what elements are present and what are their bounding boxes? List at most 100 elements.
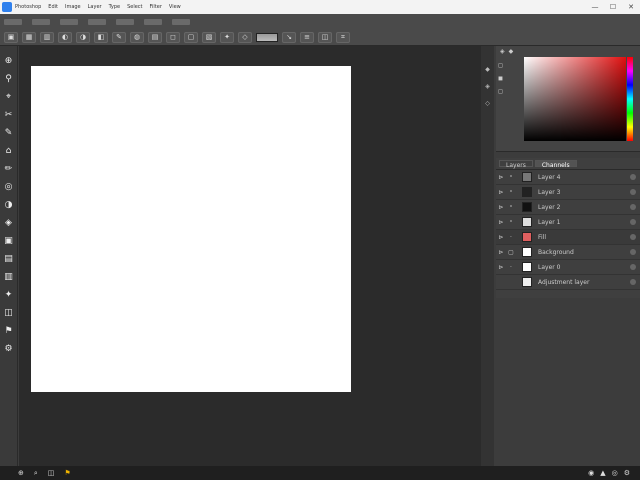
menu-item[interactable]: Select	[127, 4, 142, 10]
option-button[interactable]: ▦	[22, 31, 36, 43]
visibility-toggle-icon[interactable]: ⊳	[496, 189, 506, 196]
tab-layers[interactable]: Layers	[499, 160, 533, 169]
option-button[interactable]: ◐	[58, 31, 72, 43]
layer-thumbnail[interactable]	[522, 262, 532, 272]
option-slot[interactable]	[4, 19, 22, 25]
visibility-toggle-icon[interactable]: ⊳	[496, 249, 506, 256]
option-button[interactable]: ↘	[282, 31, 296, 43]
menu-item[interactable]: Filter	[150, 4, 162, 10]
option-button[interactable]: ✎	[112, 31, 126, 43]
crop-tool-icon[interactable]: ✂	[2, 108, 15, 121]
color-tab-icon[interactable]: ◈	[500, 48, 505, 55]
layer-row[interactable]: ⊳ ˣ Layer 3	[496, 185, 640, 200]
link-icon[interactable]: ·	[506, 234, 516, 241]
gradient-swatch[interactable]	[256, 32, 278, 42]
option-slot[interactable]	[144, 19, 162, 25]
color-picker-field[interactable]	[524, 57, 626, 141]
layer-name[interactable]: Layer 1	[538, 219, 630, 226]
tray-icon[interactable]: ⚙	[624, 469, 630, 477]
type-tool-icon[interactable]: ✦	[2, 288, 15, 301]
hue-slider[interactable]	[627, 57, 633, 141]
option-button[interactable]: ▣	[4, 31, 18, 43]
layer-name[interactable]: Layer 3	[538, 189, 630, 196]
minimize-button[interactable]: —	[586, 3, 604, 11]
link-icon[interactable]: ˣ	[506, 189, 516, 196]
option-slot[interactable]	[172, 19, 190, 25]
option-slot[interactable]	[116, 19, 134, 25]
foreground-swatch-icon[interactable]: ◻	[498, 62, 503, 69]
layer-row[interactable]: Adjustment layer	[496, 275, 640, 290]
option-button[interactable]: ▢	[184, 31, 198, 43]
pen-tool-icon[interactable]: ▥	[2, 270, 15, 283]
stamp-tool-icon[interactable]: ◎	[2, 180, 15, 193]
close-button[interactable]: ✕	[622, 3, 640, 11]
shape-tool-icon[interactable]: ◫	[2, 306, 15, 319]
menu-item[interactable]: View	[169, 4, 181, 10]
lasso-tool-icon[interactable]: ⚲	[2, 72, 15, 85]
layer-options-icon[interactable]	[630, 189, 636, 195]
option-slot[interactable]	[88, 19, 106, 25]
menu-item[interactable]: Layer	[88, 4, 102, 10]
layer-name[interactable]: Fill	[538, 234, 630, 241]
history-brush-tool-icon[interactable]: ◑	[2, 198, 15, 211]
menu-item[interactable]: Type	[109, 4, 120, 10]
panel-toggle-icon[interactable]: ◆	[485, 66, 490, 73]
option-slot[interactable]	[60, 19, 78, 25]
layer-name[interactable]: Layer 0	[538, 264, 630, 271]
layer-options-icon[interactable]	[630, 279, 636, 285]
tray-icon[interactable]: ◉	[588, 469, 594, 477]
healing-tool-icon[interactable]: ⌂	[2, 144, 15, 157]
move-tool-icon[interactable]: ⊕	[2, 54, 15, 67]
layer-options-icon[interactable]	[630, 249, 636, 255]
layer-row[interactable]: ⊳ · Fill	[496, 230, 640, 245]
gradient-tool-icon[interactable]: ▣	[2, 234, 15, 247]
document-canvas[interactable]	[31, 66, 351, 392]
status-icon[interactable]: ⊕	[18, 469, 24, 477]
option-button[interactable]: ◻	[166, 31, 180, 43]
link-icon[interactable]: ▢	[506, 249, 516, 256]
layer-thumbnail[interactable]	[522, 277, 532, 287]
eyedropper-tool-icon[interactable]: ✎	[2, 126, 15, 139]
option-button[interactable]: ▧	[202, 31, 216, 43]
tray-icon[interactable]: ◎	[612, 469, 618, 477]
layer-row[interactable]: ⊳ ˣ Layer 2	[496, 200, 640, 215]
status-icon[interactable]: ⌕	[34, 469, 38, 478]
background-swatch-icon[interactable]: ◼	[498, 75, 503, 82]
layer-row[interactable]: ⊳ ˣ Layer 4	[496, 170, 640, 185]
visibility-toggle-icon[interactable]: ⊳	[496, 174, 506, 181]
option-button[interactable]: ◧	[94, 31, 108, 43]
tray-icon[interactable]: ▲	[600, 469, 605, 477]
layer-options-icon[interactable]	[630, 174, 636, 180]
layer-options-icon[interactable]	[630, 204, 636, 210]
option-slot[interactable]	[32, 19, 50, 25]
option-button[interactable]: ◍	[130, 31, 144, 43]
dodge-tool-icon[interactable]: ▤	[2, 252, 15, 265]
layer-options-icon[interactable]	[630, 234, 636, 240]
visibility-toggle-icon[interactable]: ⊳	[496, 264, 506, 271]
layer-row[interactable]: ⊳ ▢ Background	[496, 245, 640, 260]
link-icon[interactable]: ˣ	[506, 204, 516, 211]
layer-name[interactable]: Layer 2	[538, 204, 630, 211]
tab-channels[interactable]: Channels	[534, 160, 577, 169]
layer-options-icon[interactable]	[630, 219, 636, 225]
option-button[interactable]: ✦	[220, 31, 234, 43]
quick-select-tool-icon[interactable]: ⌖	[2, 90, 15, 103]
status-icon[interactable]: ⚑	[64, 469, 70, 477]
panel-toggle-icon[interactable]: ◇	[485, 100, 490, 107]
link-icon[interactable]: ·	[506, 264, 516, 271]
option-button[interactable]: ◇	[238, 31, 252, 43]
brush-tool-icon[interactable]: ✏	[2, 162, 15, 175]
option-button[interactable]: ▥	[40, 31, 54, 43]
layer-name[interactable]: Layer 4	[538, 174, 630, 181]
hand-tool-icon[interactable]: ⚑	[2, 324, 15, 337]
eraser-tool-icon[interactable]: ◈	[2, 216, 15, 229]
layer-thumbnail[interactable]	[522, 232, 532, 242]
link-icon[interactable]: ˣ	[506, 174, 516, 181]
layer-row[interactable]: ⊳ ˣ Layer 1	[496, 215, 640, 230]
layer-thumbnail[interactable]	[522, 202, 532, 212]
option-button[interactable]: ▤	[148, 31, 162, 43]
status-icon[interactable]: ◫	[48, 469, 55, 477]
option-button[interactable]: ◑	[76, 31, 90, 43]
link-icon[interactable]: ˣ	[506, 219, 516, 226]
menu-item[interactable]: Image	[65, 4, 81, 10]
